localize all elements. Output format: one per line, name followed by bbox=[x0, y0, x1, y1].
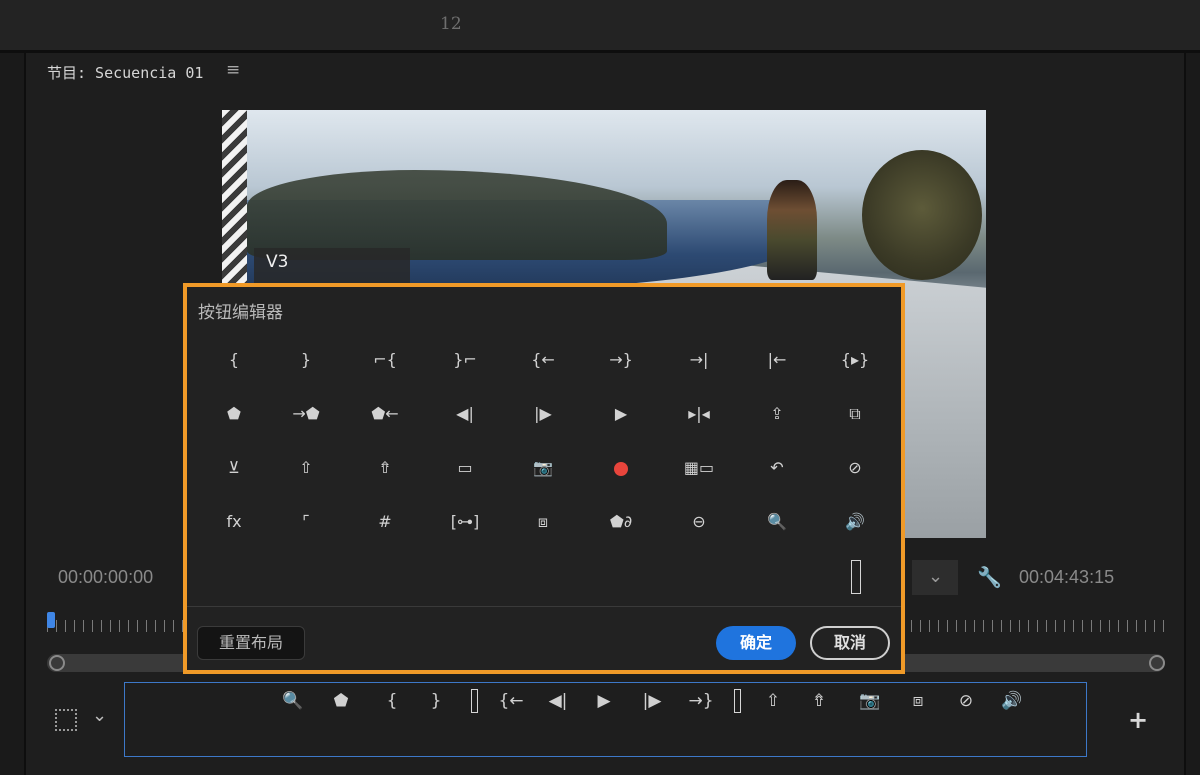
go-to-out-icon[interactable]: →} bbox=[599, 345, 643, 375]
marker-link-icon[interactable]: ⬟∂ bbox=[599, 507, 643, 537]
top-bar bbox=[0, 0, 1200, 50]
divider bbox=[0, 50, 1200, 53]
transport-add-marker-icon[interactable]: ⬟ bbox=[328, 688, 354, 714]
video-skater bbox=[767, 180, 817, 280]
transport-volume-icon[interactable]: 🔊 bbox=[999, 688, 1025, 714]
track-label: V3 bbox=[266, 252, 289, 272]
scrollbar-right-handle[interactable] bbox=[1149, 655, 1165, 671]
right-panel-edge bbox=[1184, 53, 1200, 775]
transport-extract-icon[interactable]: ⇮ bbox=[806, 688, 832, 714]
multi-camera-icon[interactable]: ▦▭ bbox=[677, 453, 721, 483]
clear-out-icon[interactable]: }⌐ bbox=[443, 345, 487, 375]
go-to-prev-marker-icon[interactable]: ⬟← bbox=[363, 399, 407, 429]
lift-icon[interactable]: ⇧ bbox=[284, 453, 328, 483]
transport-mark-in-icon[interactable]: { bbox=[379, 688, 405, 714]
add-marker-icon[interactable]: ⬟ bbox=[212, 399, 256, 429]
undo-trim-icon[interactable]: ↶ bbox=[755, 453, 799, 483]
transport-proxy-toggle-icon[interactable]: ⊘ bbox=[953, 688, 979, 714]
video-trees bbox=[247, 170, 667, 260]
trim-icon[interactable]: [⊶] bbox=[443, 507, 487, 537]
button-editor-plus-button[interactable]: + bbox=[1128, 706, 1148, 734]
transport-go-to-in-icon[interactable]: {← bbox=[498, 688, 524, 714]
reset-layout-button[interactable]: 重置布局 bbox=[197, 626, 305, 660]
zoom-search-icon[interactable]: 🔍 bbox=[755, 507, 799, 537]
clear-in-icon[interactable]: ⌐{ bbox=[363, 345, 407, 375]
go-to-next-edit-icon[interactable]: →| bbox=[677, 345, 721, 375]
fx-icon[interactable]: fx bbox=[212, 507, 256, 537]
transport-compare-view-icon[interactable]: ⧈ bbox=[905, 688, 931, 714]
spacer-icon[interactable] bbox=[846, 560, 866, 596]
transport-lift-icon[interactable]: ⇧ bbox=[760, 688, 786, 714]
top-number: 12 bbox=[440, 14, 462, 34]
duration-timecode: 00:04:43:15 bbox=[1019, 567, 1115, 587]
transport-spacer-icon[interactable] bbox=[461, 688, 487, 714]
chevron-down-icon: ⌄ bbox=[928, 566, 944, 587]
play-icon[interactable]: ▶ bbox=[599, 399, 643, 429]
mark-in-icon[interactable]: { bbox=[212, 345, 256, 375]
step-back-icon[interactable]: ◀| bbox=[443, 399, 487, 429]
safe-margins-icon[interactable]: ▭ bbox=[443, 453, 487, 483]
video-bush bbox=[862, 150, 982, 280]
overwrite-icon[interactable]: ⊻ bbox=[212, 453, 256, 483]
playhead[interactable] bbox=[47, 612, 55, 628]
dialog-title: 按钮编辑器 bbox=[198, 303, 283, 323]
transport-step-forward-icon[interactable]: |▶ bbox=[639, 688, 665, 714]
camera-icon[interactable]: 📷 bbox=[521, 453, 565, 483]
step-forward-icon[interactable]: |▶ bbox=[521, 399, 565, 429]
transport-step-back-icon[interactable]: ◀| bbox=[545, 688, 571, 714]
extract-icon[interactable]: ⇮ bbox=[363, 453, 407, 483]
transport-camera-icon[interactable]: 📷 bbox=[857, 688, 883, 714]
compare-view-icon[interactable]: ⧈ bbox=[521, 507, 565, 537]
play-around-icon[interactable]: ▸|◂ bbox=[677, 399, 721, 429]
dialog-divider bbox=[187, 606, 901, 607]
go-to-prev-edit-icon[interactable]: |← bbox=[755, 345, 799, 375]
volume-icon[interactable]: 🔊 bbox=[833, 507, 877, 537]
mark-out-icon[interactable]: } bbox=[284, 345, 328, 375]
selection-icon[interactable] bbox=[55, 709, 77, 731]
cancel-button[interactable]: 取消 bbox=[810, 626, 890, 660]
transport-zoom-search-icon[interactable]: 🔍 bbox=[280, 688, 306, 714]
vr-video-icon[interactable]: ⊖ bbox=[677, 507, 721, 537]
ok-button[interactable]: 确定 bbox=[716, 626, 796, 660]
go-to-in-icon[interactable]: {← bbox=[521, 345, 565, 375]
vr-ruler-icon[interactable]: ⌜ bbox=[284, 507, 328, 537]
transport-play-icon[interactable]: ▶ bbox=[591, 688, 617, 714]
chevron-down-icon[interactable]: ⌄ bbox=[92, 705, 107, 726]
wrench-icon[interactable]: 🔧 bbox=[977, 565, 1002, 589]
current-timecode[interactable]: 00:00:00:00 bbox=[58, 567, 153, 588]
left-panel-edge bbox=[0, 53, 26, 775]
export-frame-lift-icon[interactable]: ⇪ bbox=[755, 399, 799, 429]
scrollbar-left-handle[interactable] bbox=[49, 655, 65, 671]
record-icon[interactable] bbox=[599, 453, 643, 483]
proxy-toggle-icon[interactable]: ⊘ bbox=[833, 453, 877, 483]
grid-icon[interactable]: # bbox=[363, 507, 407, 537]
transport-go-to-out-icon[interactable]: →} bbox=[688, 688, 714, 714]
go-to-next-marker-icon[interactable]: →⬟ bbox=[284, 399, 328, 429]
transport-mark-out-icon[interactable]: } bbox=[423, 688, 449, 714]
transport-spacer-icon[interactable] bbox=[724, 688, 750, 714]
panel-title: 节目: Secuencia 01 bbox=[47, 64, 204, 82]
panel-menu-icon[interactable]: ≡ bbox=[226, 60, 240, 80]
insert-icon[interactable]: ⧉ bbox=[833, 399, 877, 429]
play-in-to-out-icon[interactable]: {▸} bbox=[833, 345, 877, 375]
